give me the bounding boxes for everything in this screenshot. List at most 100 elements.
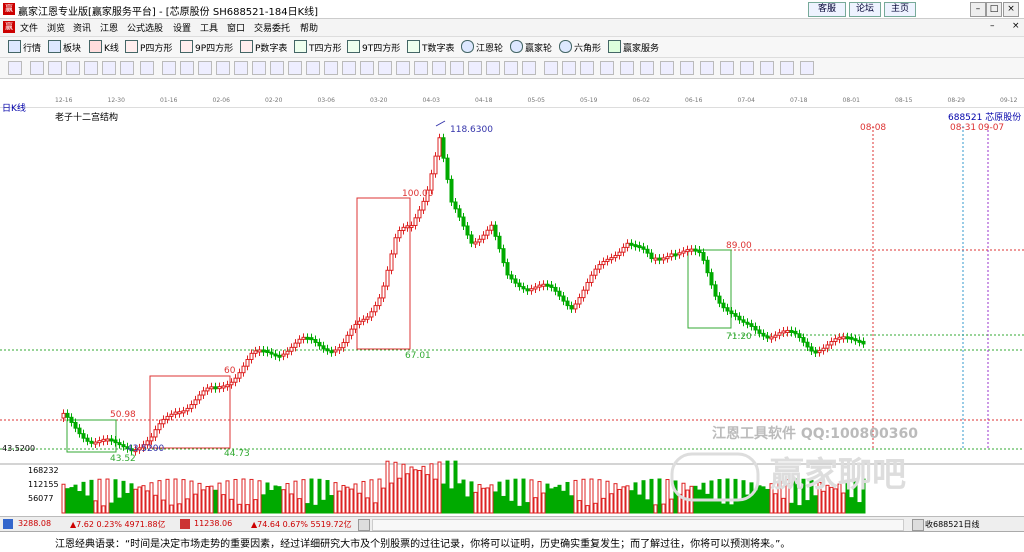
menu-file[interactable]: 文件 [20,21,38,34]
sz-index[interactable]: 11238.06 [194,519,232,528]
candle [477,238,482,243]
menu-help[interactable]: 帮助 [300,21,318,34]
forum-button[interactable]: 论坛 [849,2,881,17]
volume-bar [109,502,114,514]
drawing-tool-35-icon[interactable] [660,61,674,75]
drawing-tool-34-icon[interactable] [640,61,654,75]
drawing-tool-28-icon[interactable] [522,61,536,75]
toolbar-hexagon[interactable]: 六角形 [559,40,601,54]
drawing-tool-5-icon[interactable] [102,61,116,75]
drawing-tool-31-icon[interactable] [580,61,594,75]
drawing-tool-39-icon[interactable] [740,61,754,75]
toolbar-p-table[interactable]: P数字表 [240,40,287,54]
home-button[interactable]: 主页 [884,2,916,17]
drawing-tool-38-icon[interactable] [720,61,734,75]
menu-formula[interactable]: 公式选股 [127,21,163,34]
drawing-tool-23-icon[interactable] [432,61,446,75]
volume-bar [389,482,394,514]
drawing-tool-20-icon[interactable] [378,61,392,75]
drawing-tool-33-icon[interactable] [620,61,634,75]
drawing-tool-13-icon[interactable] [252,61,266,75]
menu-browse[interactable]: 浏览 [47,21,65,34]
menu-close-icon[interactable]: × [1012,21,1020,31]
volume-bar [401,463,406,514]
sz-index-icon [180,519,190,529]
drawing-tool-15-icon[interactable] [288,61,302,75]
toolbar-9t-square[interactable]: 9T四方形 [347,40,400,54]
toolbar-p-square[interactable]: P四方形 [125,40,172,54]
toolbar-sectors[interactable]: 板块 [48,40,81,54]
drawing-tool-41-icon[interactable] [780,61,794,75]
minimize-icon[interactable]: – [970,2,986,17]
toolbar-kline[interactable]: K线 [89,40,119,54]
drawing-tool-37-icon[interactable] [700,61,714,75]
menu-settings[interactable]: 设置 [173,21,191,34]
sh-index[interactable]: 3288.08 [18,519,51,528]
drawing-tool-7-icon[interactable] [140,61,154,75]
close-icon[interactable]: × [1003,2,1019,17]
toolbar-gann-wheel[interactable]: 江恩轮 [461,40,503,54]
volume-bar [261,494,266,514]
toolbar-service[interactable]: 赢家服务 [608,40,659,54]
drawing-tool-29-icon[interactable] [544,61,558,75]
drawing-tool-1-icon[interactable] [30,61,44,75]
drawing-tool-11-icon[interactable] [216,61,230,75]
drawing-tool-27-icon[interactable] [504,61,518,75]
menu-info[interactable]: 资讯 [73,21,91,34]
drawing-tool-3-icon[interactable] [66,61,80,75]
volume-bar [209,485,214,514]
toolbar-9p-square[interactable]: 9P四方形 [180,40,233,54]
maximize-icon[interactable]: □ [986,2,1002,17]
toolbar-winner-wheel[interactable]: 赢家轮 [510,40,552,54]
drawing-tool-42-icon[interactable] [800,61,814,75]
volume-bar [117,497,122,514]
drawing-tool-0-icon[interactable] [8,61,22,75]
menu-gann[interactable]: 江恩 [100,21,118,34]
toolbar-t-square[interactable]: T四方形 [294,40,342,54]
volume-tick-2: 112155 [28,480,59,489]
drawing-tool-17-icon[interactable] [324,61,338,75]
drawing-tool-9-icon[interactable] [180,61,194,75]
drawing-tool-4-icon[interactable] [84,61,98,75]
volume-bar [701,482,706,514]
drawing-tool-32-icon[interactable] [600,61,614,75]
drawing-tool-40-icon[interactable] [760,61,774,75]
drawing-tool-10-icon[interactable] [198,61,212,75]
drawing-tool-36-icon[interactable] [680,61,694,75]
scroll-right-icon[interactable] [912,519,924,531]
drawing-tool-19-icon[interactable] [360,61,374,75]
drawing-tool-24-icon[interactable] [450,61,464,75]
menu-minimize-icon[interactable]: – [990,21,995,31]
volume-bar [125,492,130,514]
drawing-tool-18-icon[interactable] [342,61,356,75]
candle [205,387,210,392]
drawing-tool-6-icon[interactable] [120,61,134,75]
menu-window[interactable]: 窗口 [227,21,245,34]
volume-bar [621,486,626,514]
drawing-tool-16-icon[interactable] [306,61,320,75]
candle [741,319,746,323]
candle [457,208,462,218]
volume-bar [669,498,674,514]
menu-tools[interactable]: 工具 [200,21,218,34]
candle [625,242,630,248]
drawing-tool-14-icon[interactable] [270,61,284,75]
toolbar-t-table[interactable]: T数字表 [407,40,455,54]
drawing-tool-25-icon[interactable] [468,61,482,75]
toolbar-quotes[interactable]: 行情 [8,40,41,54]
drawing-tool-12-icon[interactable] [234,61,248,75]
candle [597,264,602,270]
drawing-tool-2-icon[interactable] [48,61,62,75]
scroll-left-icon[interactable] [358,519,370,531]
drawing-tool-26-icon[interactable] [486,61,500,75]
drawing-tool-21-icon[interactable] [396,61,410,75]
kline-chart[interactable]: 118.6300 100.00 89.00 71.20 67.01 60 50.… [0,118,1024,516]
drawing-tool-8-icon[interactable] [162,61,176,75]
drawing-tool-30-icon[interactable] [562,61,576,75]
menu-bar: 赢 文件 浏览 资讯 江恩 公式选股 设置 工具 窗口 交易委托 帮助 – × [0,19,1024,37]
drawing-tool-22-icon[interactable] [414,61,428,75]
status-scrollbar[interactable] [372,519,904,531]
menu-trade[interactable]: 交易委托 [254,21,290,34]
candle [121,444,126,448]
service-button[interactable]: 客服 [808,2,846,17]
